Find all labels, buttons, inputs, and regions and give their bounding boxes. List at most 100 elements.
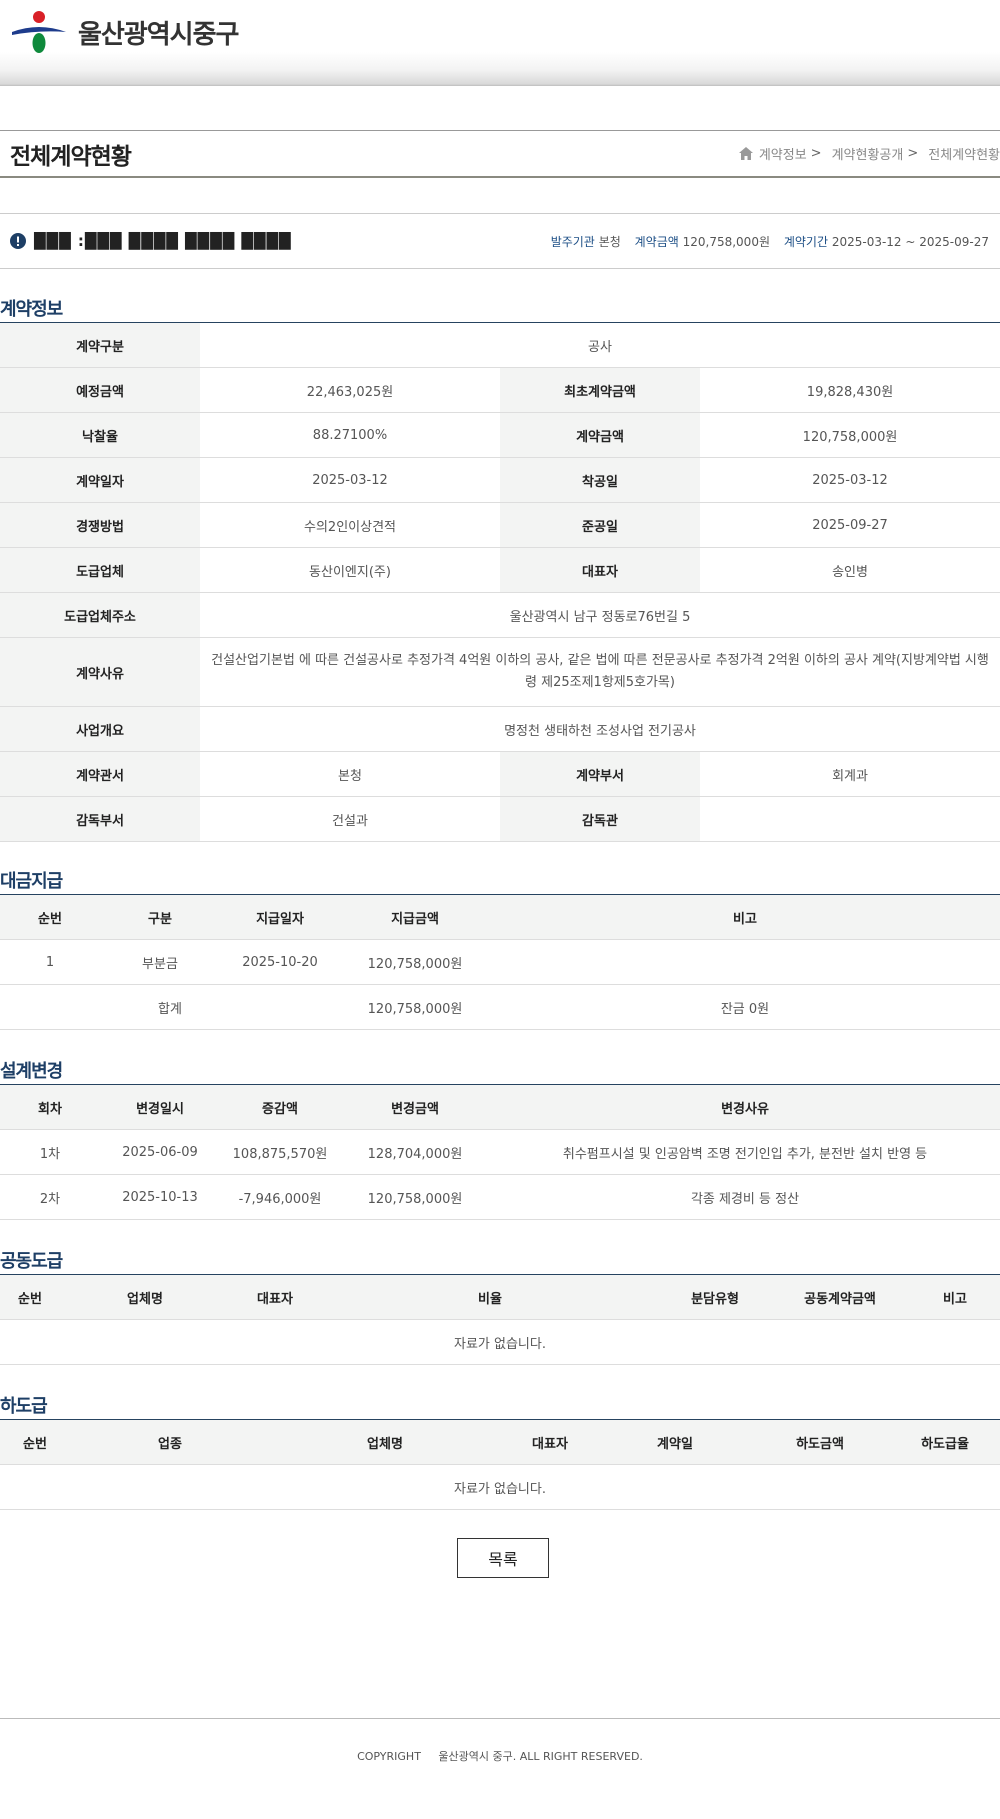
empty-row: 자료가 없습니다. (0, 1464, 1000, 1510)
table-row: 1 부분금 2025-10-20 120,758,000원 (0, 939, 1000, 985)
total-row: 합계 120,758,000원 잔금 0원 (0, 984, 1000, 1030)
field-label: 계약구분 (0, 322, 200, 368)
table-cell: 부분금 (100, 939, 220, 985)
column-header: 대표자 (500, 1419, 600, 1465)
column-header: 지급금액 (340, 894, 490, 940)
copyright-text: COPYRIGHT 울산광역시 중구. ALL RIGHT RESERVED. (357, 1750, 643, 1763)
field-value: 88.27100% (200, 412, 500, 458)
table-row: 경쟁방법 수의2인이상견적 준공일 2025-09-27 (0, 502, 1000, 548)
table-cell: 108,875,570원 (220, 1129, 340, 1175)
breadcrumb-item[interactable]: 계약현황공개 (832, 144, 904, 163)
column-header: 증감액 (220, 1084, 340, 1130)
table-cell: 120,758,000원 (340, 939, 490, 985)
field-label: 계약관서 (0, 751, 200, 797)
field-value: 2025-09-27 (700, 502, 1000, 548)
empty-message: 자료가 없습니다. (0, 1319, 1000, 1365)
contract-info-section: 계약정보 계약구분 공사 예정금액 22,463,025원 최초계약금액 19,… (0, 298, 1000, 842)
field-label: 감독부서 (0, 796, 200, 842)
contract-name: ███ :███ ████ ████ ████ (34, 232, 292, 250)
total-amount: 120,758,000원 (340, 984, 490, 1030)
table-row: 계약사유 건설산업기본법 에 따른 건설공사로 추정가격 4억원 이하의 공사,… (0, 637, 1000, 707)
empty-message: 자료가 없습니다. (0, 1464, 1000, 1510)
column-header: 비고 (490, 894, 1000, 940)
table-cell (490, 939, 1000, 985)
field-label: 계약사유 (0, 637, 200, 707)
field-value: 공사 (200, 322, 1000, 368)
field-value: 2025-03-12 (200, 457, 500, 503)
logo[interactable]: 울산광역시중구 (10, 10, 239, 54)
column-header: 변경일시 (100, 1084, 220, 1130)
column-header: 공동계약금액 (770, 1274, 910, 1320)
table-row: 사업개요 명정천 생태하천 조성사업 전기공사 (0, 706, 1000, 752)
table-cell: 2025-06-09 (100, 1129, 220, 1175)
table-row: 낙찰율 88.27100% 계약금액 120,758,000원 (0, 412, 1000, 458)
column-header: 지급일자 (220, 894, 340, 940)
list-button[interactable]: 목록 (457, 1538, 549, 1578)
table-header-row: 순번 업체명 대표자 비율 분담유형 공동계약금액 비고 (0, 1274, 1000, 1320)
joint-contract-table: 순번 업체명 대표자 비율 분담유형 공동계약금액 비고 자료가 없습니다. (0, 1274, 1000, 1365)
title-bar: 전체계약현황 계약정보 > 계약현황공개 > 전체계약현황 (0, 130, 1000, 178)
subcontract-table: 순번 업종 업체명 대표자 계약일 하도금액 하도급율 자료가 없습니다. (0, 1419, 1000, 1510)
table-cell: 120,758,000원 (340, 1174, 490, 1220)
column-header: 순번 (0, 1274, 60, 1320)
field-label: 계약금액 (500, 412, 700, 458)
column-header: 순번 (0, 894, 100, 940)
section-heading: 대금지급 (0, 871, 63, 892)
field-value: 회계과 (700, 751, 1000, 797)
alert-icon (10, 233, 26, 249)
empty-row: 자료가 없습니다. (0, 1319, 1000, 1365)
footer: COPYRIGHT 울산광역시 중구. ALL RIGHT RESERVED. (0, 1718, 1000, 1819)
breadcrumb-item[interactable]: 계약정보 (759, 144, 807, 163)
column-header: 업체명 (270, 1419, 500, 1465)
table-cell: 2025-10-20 (220, 939, 340, 985)
payment-section: 대금지급 순번 구분 지급일자 지급금액 비고 1 부분금 2025-10-20… (0, 870, 1000, 1030)
breadcrumb-separator: > (907, 146, 919, 161)
table-row: 도급업체주소 울산광역시 남구 정동로76번길 5 (0, 592, 1000, 638)
field-label: 계약일자 (0, 457, 200, 503)
field-value: 건설산업기본법 에 따른 건설공사로 추정가격 4억원 이하의 공사, 같은 법… (200, 637, 1000, 707)
column-header: 회차 (0, 1084, 100, 1130)
field-value: 송인병 (700, 547, 1000, 593)
field-label: 도급업체 (0, 547, 200, 593)
column-header: 순번 (0, 1419, 70, 1465)
table-header-row: 회차 변경일시 증감액 변경금액 변경사유 (0, 1084, 1000, 1130)
field-value: 본청 (200, 751, 500, 797)
field-label: 착공일 (500, 457, 700, 503)
field-value: 19,828,430원 (700, 367, 1000, 413)
column-header: 하도급율 (890, 1419, 1000, 1465)
table-row: 2차 2025-10-13 -7,946,000원 120,758,000원 각… (0, 1174, 1000, 1220)
table-row: 예정금액 22,463,025원 최초계약금액 19,828,430원 (0, 367, 1000, 413)
table-header-row: 순번 업종 업체명 대표자 계약일 하도금액 하도급율 (0, 1419, 1000, 1465)
breadcrumb-item-current[interactable]: 전체계약현황 (928, 144, 1000, 163)
logo-icon (12, 11, 66, 53)
amount-label: 계약금액 (634, 234, 679, 249)
period-value: 2025-03-12 ~ 2025-09-27 (831, 234, 989, 249)
field-value: 동산이엔지(주) (200, 547, 500, 593)
home-icon[interactable] (738, 147, 753, 160)
field-label: 도급업체주소 (0, 592, 200, 638)
column-header: 대표자 (230, 1274, 320, 1320)
table-row: 1차 2025-06-09 108,875,570원 128,704,000원 … (0, 1129, 1000, 1175)
total-label: 합계 (0, 984, 340, 1030)
table-header-row: 순번 구분 지급일자 지급금액 비고 (0, 894, 1000, 940)
field-label: 대표자 (500, 547, 700, 593)
table-cell: 1 (0, 939, 100, 985)
column-header: 구분 (100, 894, 220, 940)
table-cell: 2차 (0, 1174, 100, 1220)
table-cell: 1차 (0, 1129, 100, 1175)
org-label: 발주기관 (550, 234, 595, 249)
field-value (700, 796, 1000, 842)
field-value: 120,758,000원 (700, 412, 1000, 458)
section-heading: 계약정보 (0, 299, 63, 320)
table-row: 도급업체 동산이엔지(주) 대표자 송인병 (0, 547, 1000, 593)
joint-contract-section: 공동도급 순번 업체명 대표자 비율 분담유형 공동계약금액 비고 자료가 없습… (0, 1250, 1000, 1365)
org-name: 울산광역시중구 (78, 19, 239, 50)
column-header: 분담유형 (660, 1274, 770, 1320)
column-header: 비고 (910, 1274, 1000, 1320)
table-row: 감독부서 건설과 감독관 (0, 796, 1000, 842)
payment-table: 순번 구분 지급일자 지급금액 비고 1 부분금 2025-10-20 120,… (0, 894, 1000, 1030)
field-label: 준공일 (500, 502, 700, 548)
field-label: 낙찰율 (0, 412, 200, 458)
field-label: 사업개요 (0, 706, 200, 752)
table-row: 계약구분 공사 (0, 322, 1000, 368)
